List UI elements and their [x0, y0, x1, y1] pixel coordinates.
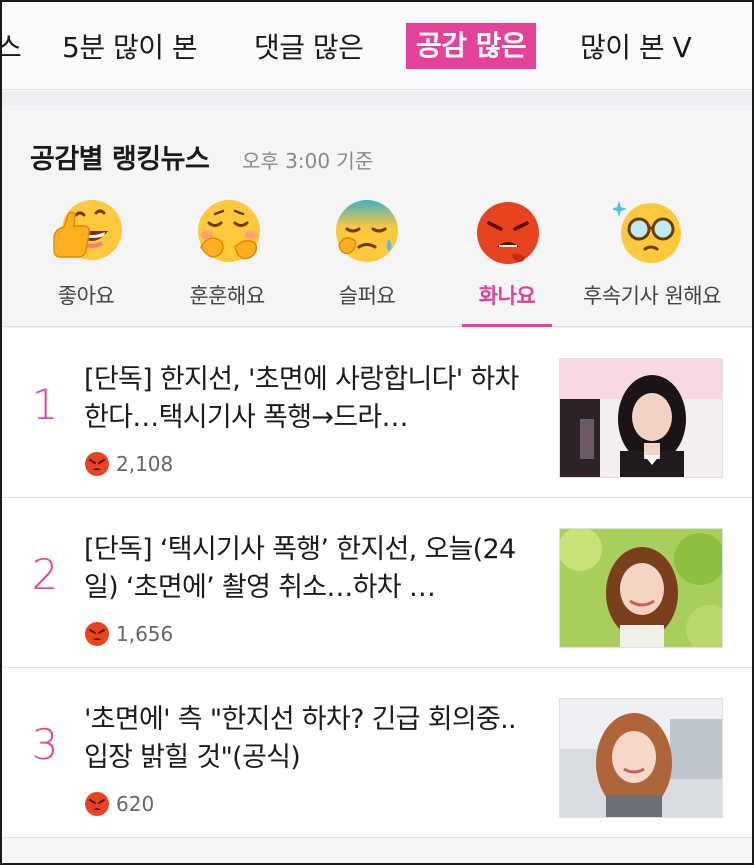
article-reaction: 1,656: [84, 620, 173, 648]
angry-small-icon: [85, 452, 109, 476]
emotion-label-want-followup: 후속기사 원해요: [583, 284, 721, 308]
article-row[interactable]: 2 [단독] ‘택시기사 폭행’ 한지선, 오늘(24일) ‘초면에’ 촬영 취…: [2, 498, 752, 668]
sad-sweat-face-icon: [336, 200, 398, 262]
emotion-label-angry: 화나요: [478, 284, 536, 308]
emotion-tab-sad[interactable]: 슬퍼요: [297, 193, 437, 327]
article-thumbnail[interactable]: [559, 358, 723, 478]
article-thumbnail[interactable]: [559, 528, 723, 648]
emotion-label-sad: 슬퍼요: [338, 284, 396, 308]
article-reaction: 2,108: [84, 450, 173, 478]
article-row[interactable]: 1 [단독] 한지선, '초면에 사랑합니다' 하차한다…택시기사 폭행→드라……: [2, 328, 752, 498]
tab-truncated[interactable]: 스: [2, 26, 22, 70]
panel-title: 공감별 랭킹뉴스: [30, 144, 210, 175]
tab-most-commented[interactable]: 댓글 많은: [254, 26, 364, 70]
article-title[interactable]: [단독] ‘택시기사 폭행’ 한지선, 오늘(24일) ‘초면에’ 촬영 취소……: [84, 531, 524, 611]
angry-small-icon: [85, 622, 109, 646]
article-title[interactable]: [단독] 한지선, '초면에 사랑합니다' 하차한다…택시기사 폭행→드라…: [84, 361, 524, 441]
reaction-count: 1,656: [116, 622, 174, 646]
ranking-tab-bar: 스 5분 많이 본 댓글 많은 공감 많은 많이 본 V: [2, 2, 752, 90]
emotion-tab-warm[interactable]: 훈훈해요: [157, 193, 297, 327]
emotion-tab-want-followup[interactable]: 후속기사 원해요: [577, 193, 727, 327]
emotion-label-like: 좋아요: [57, 284, 115, 308]
tab-most-empathy[interactable]: 공감 많은: [406, 23, 537, 69]
article-reaction: 620: [84, 790, 154, 818]
angry-small-icon: [85, 792, 109, 816]
article-rank: 2: [31, 550, 59, 599]
panel-timestamp: 오후 3:00 기준: [242, 149, 374, 173]
tab-5min-most-viewed[interactable]: 5분 많이 본: [62, 26, 198, 70]
emotion-label-warm: 훈훈해요: [189, 284, 265, 308]
emotion-tab-angry[interactable]: 화나요: [437, 193, 577, 327]
warm-blushing-face-icon: [198, 200, 260, 262]
active-emotion-underline: [462, 324, 552, 327]
reaction-count: 2,108: [116, 452, 174, 476]
article-thumbnail[interactable]: [559, 698, 723, 818]
article-row[interactable]: 3 '초면에' 측 "한지선 하차? 긴급 회의중..입장 밝힐 것"(공식) …: [2, 668, 752, 838]
reaction-count: 620: [116, 792, 155, 816]
emotion-ranking-panel: 공감별 랭킹뉴스 오후 3:00 기준 좋아요 훈훈해요 슬퍼요 화나요 후속기…: [2, 105, 752, 327]
thumbs-up-smile-face-icon: [53, 200, 122, 260]
article-rank: 3: [31, 720, 59, 769]
app-frame: 스 5분 많이 본 댓글 많은 공감 많은 많이 본 V 공감별 랭킹뉴스 오후…: [0, 0, 754, 865]
angry-red-face-icon: [477, 202, 539, 264]
glasses-sparkle-face-icon: [613, 201, 681, 263]
article-rank: 1: [31, 380, 59, 429]
article-title[interactable]: '초면에' 측 "한지선 하차? 긴급 회의중..입장 밝힐 것"(공식): [84, 701, 524, 781]
article-list: 1 [단독] 한지선, '초면에 사랑합니다' 하차한다…택시기사 폭행→드라……: [2, 328, 752, 838]
tab-most-viewed-video[interactable]: 많이 본 V: [580, 26, 692, 70]
divider: [2, 91, 752, 105]
emotion-tab-like[interactable]: 좋아요: [16, 193, 156, 327]
